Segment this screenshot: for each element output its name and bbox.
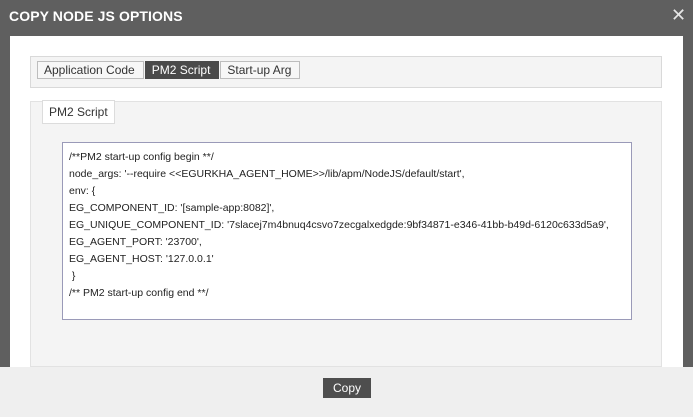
section-legend: PM2 Script [42, 100, 115, 124]
script-line: EG_COMPONENT_ID: '[sample-app:8082]', [69, 202, 275, 214]
dialog-titlebar: COPY NODE JS OPTIONS ✕ [0, 0, 693, 34]
tab-bar: Application Code PM2 Script Start-up Arg [30, 56, 662, 88]
script-line: /** PM2 start-up config end **/ [69, 287, 209, 299]
tab-application-code[interactable]: Application Code [37, 61, 144, 79]
copy-button[interactable]: Copy [323, 378, 371, 398]
script-line: env: { [69, 185, 96, 197]
tab-start-up-arg[interactable]: Start-up Arg [220, 61, 301, 79]
pm2-script-textarea[interactable]: /**PM2 start-up config begin **/ node_ar… [62, 142, 632, 320]
script-line: EG_AGENT_HOST: '127.0.0.1' [69, 253, 214, 265]
tab-strip: Application Code PM2 Script Start-up Arg [37, 61, 301, 79]
dialog-title: COPY NODE JS OPTIONS [9, 8, 183, 24]
dialog-footer: Copy [0, 367, 693, 417]
script-line: node_args: '--require <<EGURKHA_AGENT_HO… [69, 168, 465, 180]
script-line: EG_AGENT_PORT: '23700', [69, 236, 202, 248]
tab-pm2-script[interactable]: PM2 Script [144, 61, 220, 79]
script-line: EG_UNIQUE_COMPONENT_ID: '7slacej7m4bnuq4… [69, 219, 609, 231]
script-line: /**PM2 start-up config begin **/ [69, 151, 214, 163]
dialog-body: Application Code PM2 Script Start-up Arg… [10, 36, 683, 367]
script-line: } [69, 270, 76, 282]
close-icon[interactable]: ✕ [671, 6, 686, 24]
copy-node-js-options-dialog: COPY NODE JS OPTIONS ✕ Application Code … [0, 0, 693, 417]
